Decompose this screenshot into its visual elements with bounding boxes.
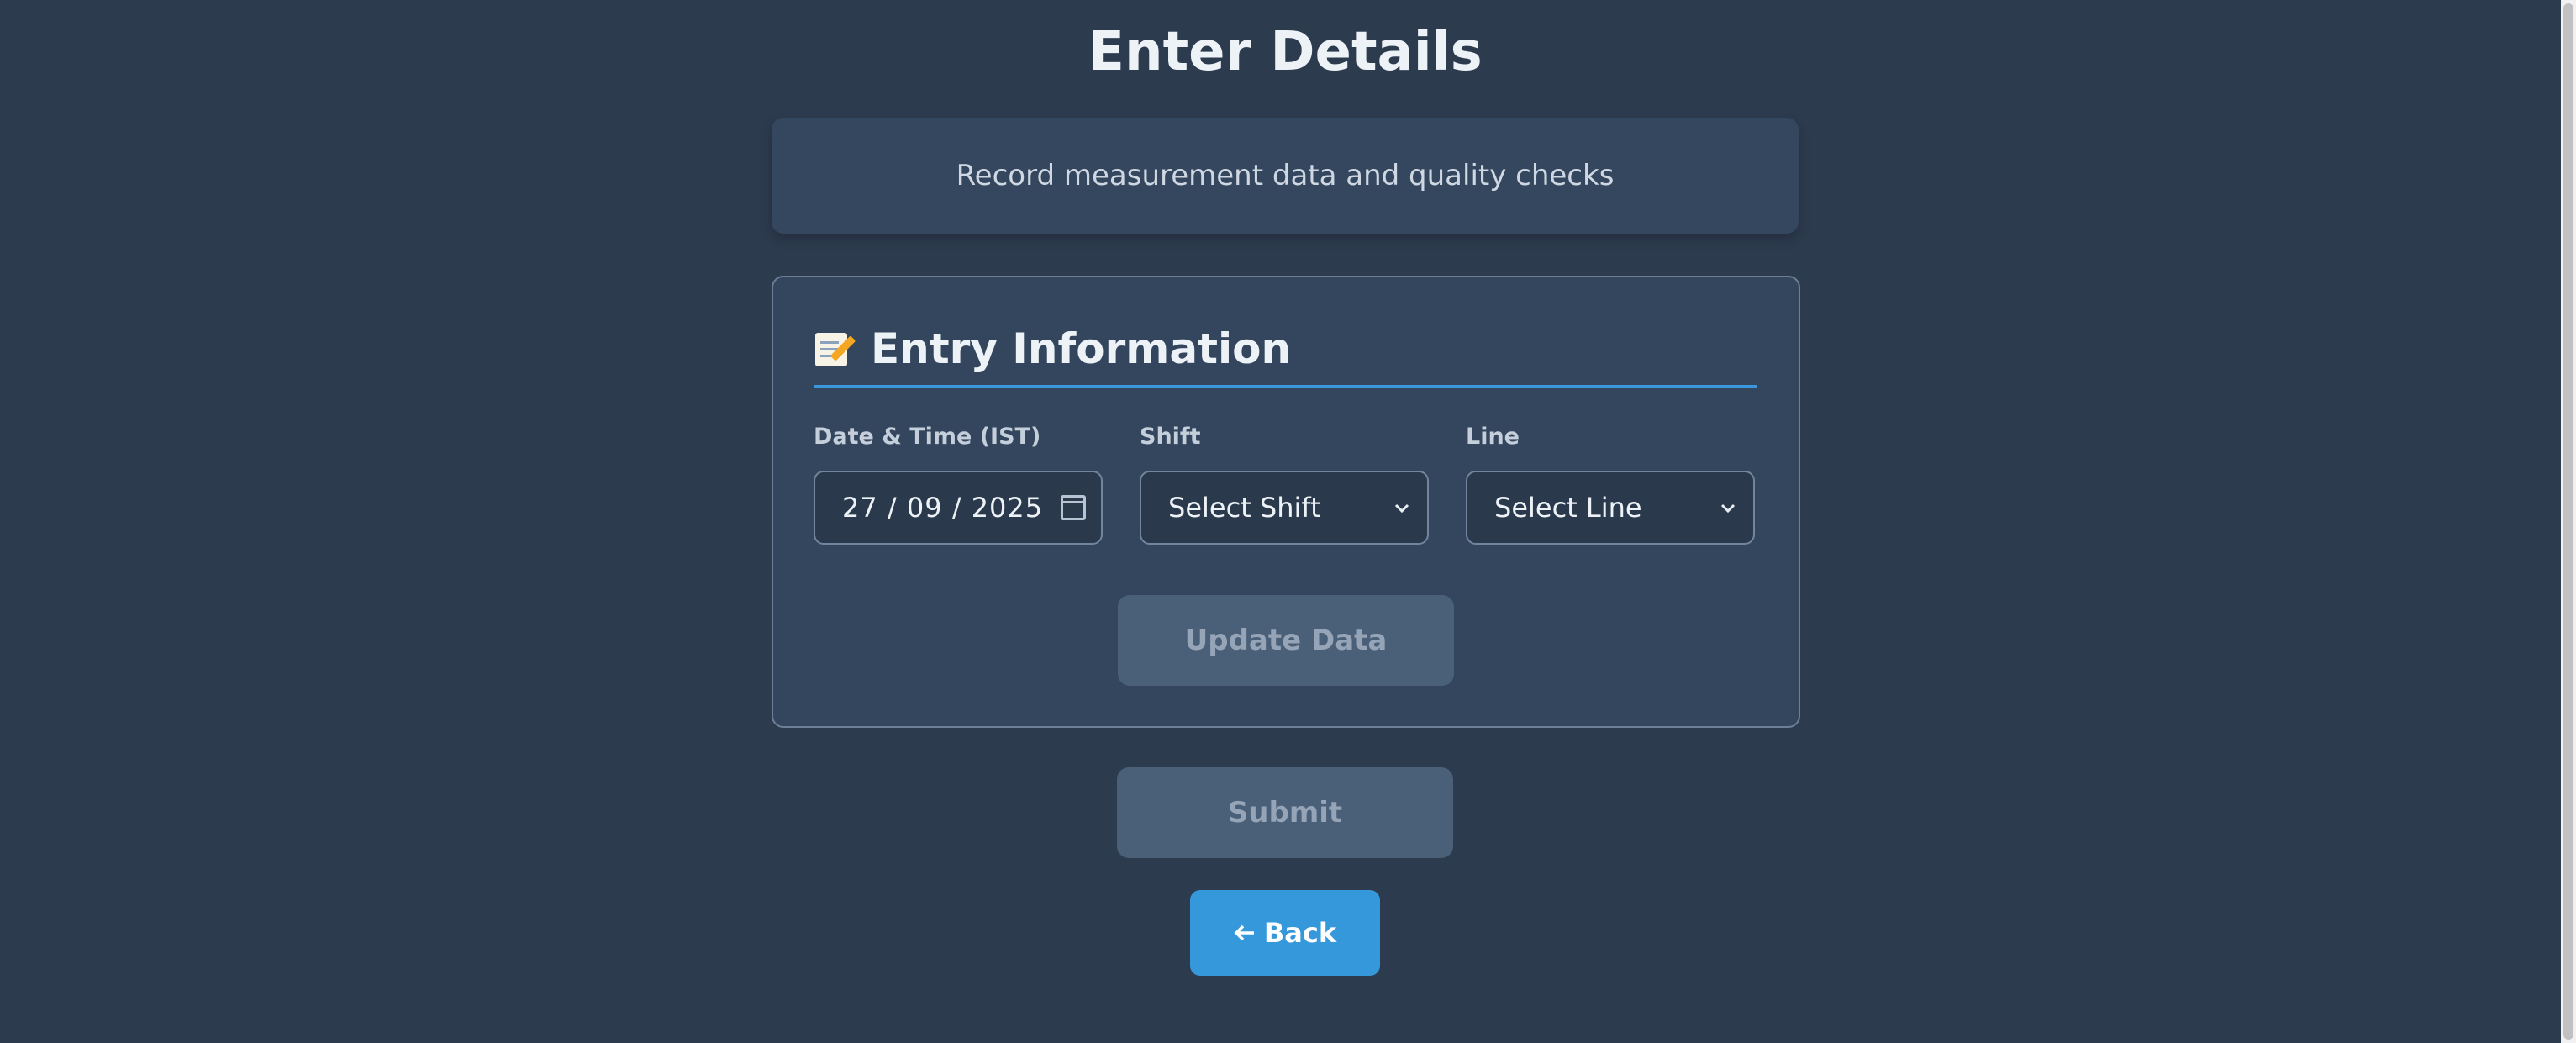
section-title: Entry Information: [871, 324, 1292, 373]
chevron-down-icon: [1392, 498, 1412, 518]
entry-information-card: Entry Information Date & Time (IST) 27 /…: [772, 276, 1800, 728]
line-field-group: Line Select Line: [1466, 420, 1758, 545]
back-button[interactable]: Back: [1190, 890, 1380, 976]
page: Enter Details Record measurement data an…: [0, 0, 2561, 1043]
page-title: Enter Details: [1088, 21, 1483, 83]
section-header: Entry Information: [814, 313, 1757, 388]
shift-selected-value: Select Shift: [1168, 492, 1321, 524]
date-label: Date & Time (IST): [814, 424, 1041, 450]
back-button-label: Back: [1263, 917, 1337, 949]
subtitle-card: Record measurement data and quality chec…: [772, 118, 1799, 234]
chevron-down-icon: [1718, 498, 1738, 518]
scrollbar-thumb[interactable]: [2563, 3, 2573, 1040]
date-value: 27 / 09 / 2025: [842, 492, 1044, 524]
shift-field-group: Shift Select Shift: [1140, 420, 1432, 545]
calendar-icon[interactable]: [1061, 495, 1086, 520]
shift-label: Shift: [1140, 424, 1201, 450]
left-arrow-icon: [1234, 917, 1256, 949]
line-selected-value: Select Line: [1494, 492, 1642, 524]
submit-button[interactable]: Submit: [1117, 767, 1453, 858]
line-select[interactable]: Select Line: [1466, 471, 1755, 545]
date-field-group: Date & Time (IST) 27 / 09 / 2025: [814, 420, 1106, 545]
memo-icon: [814, 329, 856, 368]
page-subtitle: Record measurement data and quality chec…: [956, 159, 1615, 192]
vertical-scrollbar[interactable]: [2561, 0, 2576, 1043]
line-label: Line: [1466, 424, 1520, 450]
update-data-button[interactable]: Update Data: [1118, 595, 1454, 686]
date-input[interactable]: 27 / 09 / 2025: [814, 471, 1103, 545]
shift-select[interactable]: Select Shift: [1140, 471, 1429, 545]
